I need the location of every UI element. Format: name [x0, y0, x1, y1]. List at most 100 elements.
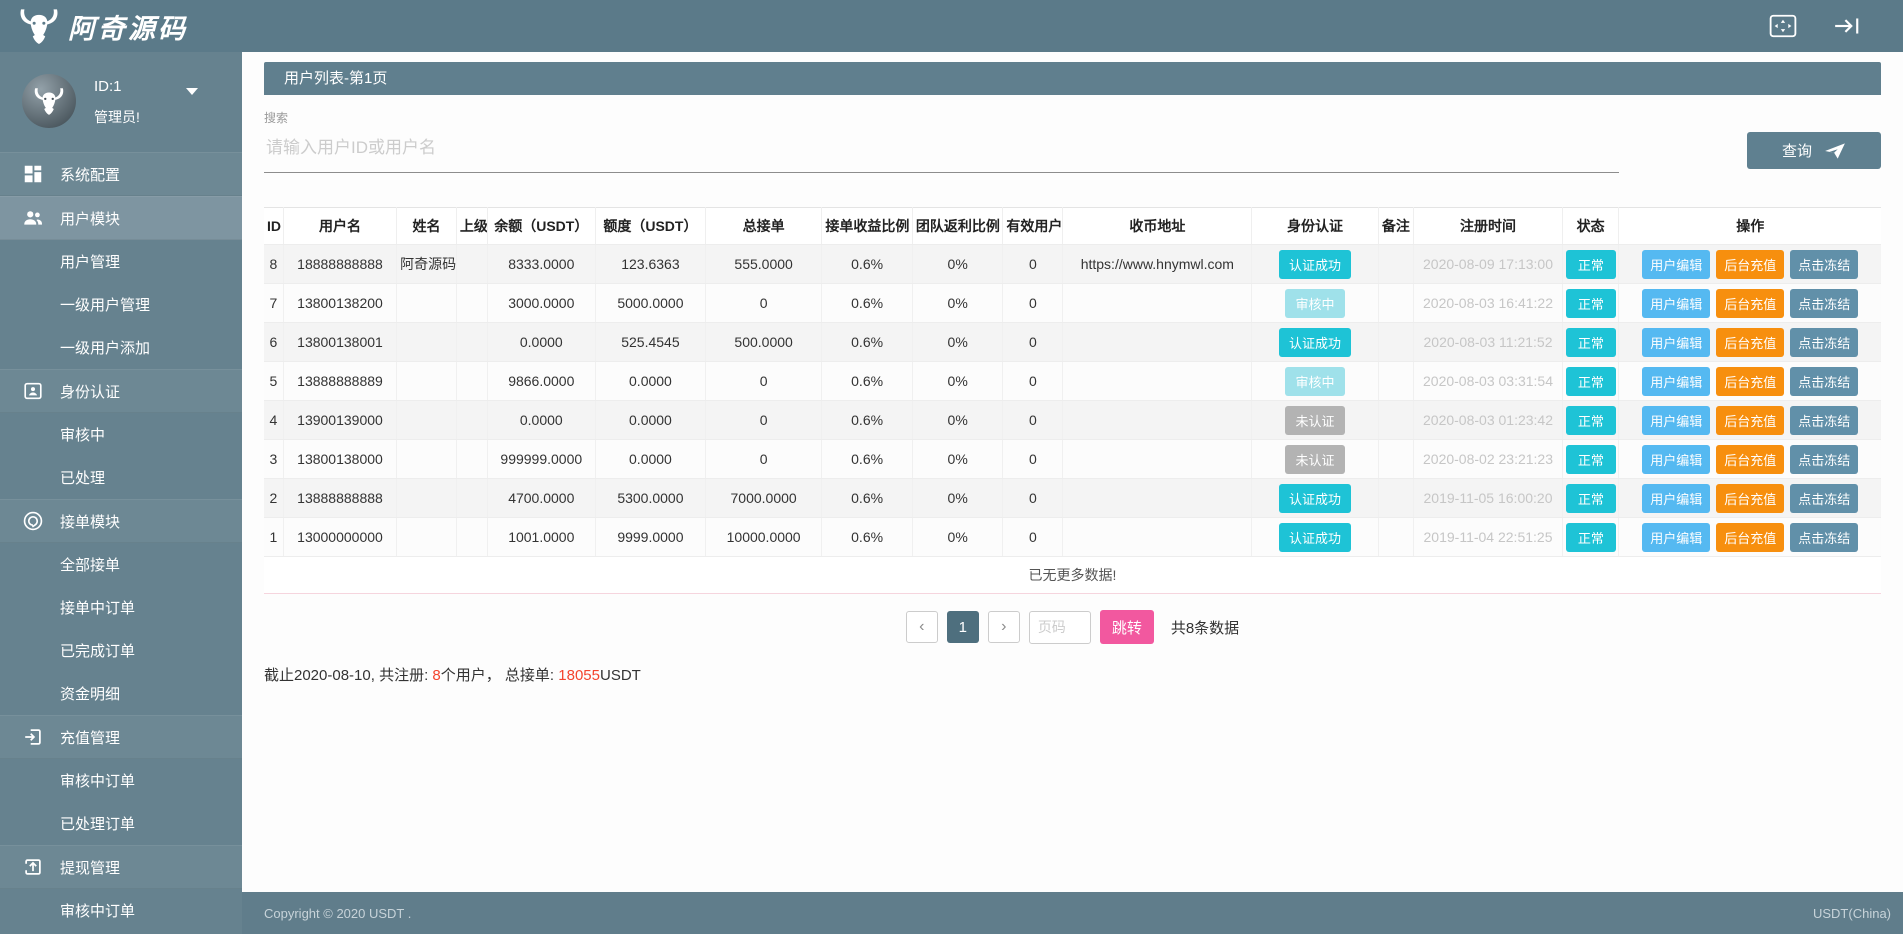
sidebar-item-withdraw-manage[interactable]: 提现管理 — [0, 845, 242, 889]
search-input[interactable] — [264, 126, 1619, 173]
table-row: 1 13000000000 1001.0000 9999.0000 10000.0000… — [264, 517, 1881, 557]
cell-order-rate: 0.6% — [821, 400, 913, 440]
action-edit-button[interactable]: 用户编辑 — [1642, 288, 1711, 318]
action-edit-button[interactable]: 用户编辑 — [1642, 483, 1711, 513]
cell-auth: 认证成功 — [1251, 517, 1379, 557]
action-recharge-button[interactable]: 后台充值 — [1716, 405, 1785, 435]
sidebar-item-orders-completed[interactable]: 已完成订单 — [0, 629, 242, 672]
action-edit-button[interactable]: 用户编辑 — [1642, 444, 1711, 474]
cell-team-rate: 0% — [912, 361, 1004, 401]
cell-valid-users: 0 — [1002, 283, 1064, 323]
recharge-icon — [22, 726, 44, 748]
table-row: 7 13800138200 3000.0000 5000.0000 0 0.6% 0% 0 审核… — [264, 283, 1881, 323]
cell-username: 13800138200 — [283, 283, 398, 323]
chevron-down-icon[interactable] — [186, 88, 198, 95]
action-recharge-button[interactable]: 后台充值 — [1716, 444, 1785, 474]
prev-page-button[interactable]: ‹ — [905, 611, 938, 643]
sidebar-item-recharge-processed[interactable]: 已处理订单 — [0, 802, 242, 845]
column-header: 额度（USDT） — [595, 207, 706, 245]
sidebar-item-recharge-pending[interactable]: 审核中订单 — [0, 759, 242, 802]
grid-icon — [22, 163, 44, 185]
cell-parent — [456, 322, 488, 362]
table-row: 5 13888888889 9866.0000 0.0000 0 0.6% 0% 0 审核中 20… — [264, 361, 1881, 401]
action-recharge-button[interactable]: 后台充值 — [1716, 327, 1785, 357]
bull-logo-icon — [18, 8, 60, 44]
cell-order-rate: 0.6% — [821, 439, 913, 479]
cell-status: 正常 — [1562, 478, 1620, 518]
sidebar-item-label: 资金明细 — [60, 686, 121, 703]
cell-balance: 0.0000 — [487, 322, 596, 362]
column-header: 注册时间 — [1413, 207, 1563, 245]
cell-order-rate: 0.6% — [821, 361, 913, 401]
bull-avatar-icon — [34, 88, 64, 115]
current-page-button[interactable]: 1 — [946, 611, 979, 643]
action-edit-button[interactable]: 用户编辑 — [1642, 327, 1711, 357]
action-freeze-button[interactable]: 点击冻结 — [1790, 288, 1859, 318]
sidebar-item-recharge-manage[interactable]: 充值管理 — [0, 715, 242, 759]
cell-parent — [456, 439, 488, 479]
cell-remark — [1378, 478, 1415, 518]
cell-valid-users: 0 — [1002, 244, 1064, 284]
next-page-button[interactable]: › — [987, 611, 1020, 643]
cell-remark — [1378, 361, 1415, 401]
no-more-message: 已无更多数据! — [264, 556, 1881, 594]
sidebar-item-auth-pending[interactable]: 审核中 — [0, 413, 242, 456]
action-freeze-button[interactable]: 点击冻结 — [1790, 366, 1859, 396]
column-header: 收币地址 — [1062, 207, 1253, 245]
cell-address — [1062, 283, 1253, 323]
cell-total-orders: 0 — [705, 400, 823, 440]
sidebar-item-label: 一级用户管理 — [60, 297, 151, 314]
logout-icon[interactable] — [1833, 14, 1861, 38]
action-freeze-button[interactable]: 点击冻结 — [1790, 444, 1859, 474]
action-edit-button[interactable]: 用户编辑 — [1642, 522, 1711, 552]
action-edit-button[interactable]: 用户编辑 — [1642, 405, 1711, 435]
query-button[interactable]: 查询 — [1747, 132, 1881, 169]
cell-total-orders: 0 — [705, 361, 823, 401]
sidebar-item-level1-user-add[interactable]: 一级用户添加 — [0, 326, 242, 369]
fullscreen-icon[interactable] — [1769, 14, 1797, 38]
sidebar-item-level1-user-manage[interactable]: 一级用户管理 — [0, 283, 242, 326]
cell-valid-users: 0 — [1002, 400, 1064, 440]
sidebar-item-user-module[interactable]: 用户模块 — [0, 196, 242, 240]
action-freeze-button[interactable]: 点击冻结 — [1790, 327, 1859, 357]
sidebar-item-all-orders[interactable]: 全部接单 — [0, 543, 242, 586]
action-recharge-button[interactable]: 后台充值 — [1716, 366, 1785, 396]
cell-actions: 用户编辑 后台充值 点击冻结 — [1618, 361, 1881, 401]
action-recharge-button[interactable]: 后台充值 — [1716, 483, 1785, 513]
jump-button[interactable]: 跳转 — [1099, 610, 1154, 644]
action-edit-button[interactable]: 用户编辑 — [1642, 366, 1711, 396]
status-badge: 正常 — [1565, 327, 1616, 357]
sidebar-item-system-config[interactable]: 系统配置 — [0, 152, 242, 196]
page-number-input[interactable] — [1028, 610, 1091, 644]
cell-id: 4 — [264, 400, 284, 440]
cell-order-rate: 0.6% — [821, 322, 913, 362]
total-count-label: 共8条数据 — [1170, 619, 1240, 637]
action-recharge-button[interactable]: 后台充值 — [1716, 288, 1785, 318]
action-edit-button[interactable]: 用户编辑 — [1642, 249, 1711, 279]
cell-remark — [1378, 439, 1415, 479]
footer-right-text: USDT(China) — [1812, 905, 1891, 921]
cell-balance: 4700.0000 — [487, 478, 596, 518]
sidebar-item-user-manage[interactable]: 用户管理 — [0, 240, 242, 283]
action-recharge-button[interactable]: 后台充值 — [1716, 522, 1785, 552]
action-freeze-button[interactable]: 点击冻结 — [1790, 522, 1859, 552]
sidebar-item-order-module[interactable]: 接单模块 — [0, 499, 242, 543]
column-header: 用户名 — [283, 207, 398, 245]
cell-total-orders: 0 — [705, 439, 823, 479]
sidebar-item-label: 用户模块 — [60, 210, 121, 228]
action-freeze-button[interactable]: 点击冻结 — [1790, 483, 1859, 513]
cell-remark — [1378, 400, 1415, 440]
sidebar-item-auth-processed[interactable]: 已处理 — [0, 456, 242, 499]
action-freeze-button[interactable]: 点击冻结 — [1790, 405, 1859, 435]
send-icon — [1824, 142, 1846, 160]
sidebar-item-withdraw-pending[interactable]: 审核中订单 — [0, 889, 242, 932]
avatar — [22, 74, 76, 128]
summary-middle: 个用户， 总接单: — [440, 667, 559, 684]
action-freeze-button[interactable]: 点击冻结 — [1790, 249, 1859, 279]
cell-team-rate: 0% — [912, 244, 1004, 284]
sidebar-item-fund-details[interactable]: 资金明细 — [0, 672, 242, 715]
cell-username: 13888888888 — [283, 478, 398, 518]
action-recharge-button[interactable]: 后台充值 — [1716, 249, 1785, 279]
sidebar-item-identity-auth[interactable]: 身份认证 — [0, 369, 242, 413]
sidebar-item-orders-in-progress[interactable]: 接单中订单 — [0, 586, 242, 629]
